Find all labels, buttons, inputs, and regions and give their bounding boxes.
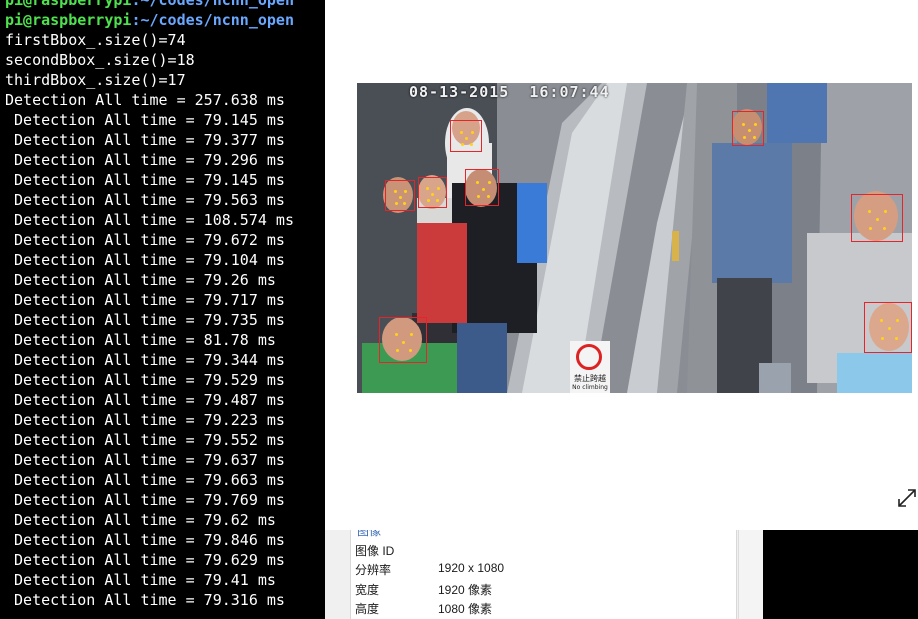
- property-label: 宽度: [355, 583, 380, 597]
- prompt-path: :~/codes/ncnn_open: [131, 0, 294, 9]
- sign-text: 禁止跨越 No climbing: [570, 374, 610, 392]
- terminal-output-line: Detection All time = 79.672 ms: [5, 231, 285, 249]
- terminal-output-line: Detection All time = 79.552 ms: [5, 431, 285, 449]
- face-detection-box: [732, 111, 764, 146]
- no-climbing-sign: 禁止跨越 No climbing: [570, 341, 610, 393]
- terminal-output-line: secondBbox_.size()=18: [5, 51, 195, 69]
- terminal-output-line: Detection All time = 79.41 ms: [5, 571, 276, 589]
- terminal-output-line: Detection All time = 79.663 ms: [5, 471, 285, 489]
- property-label: 高度: [355, 602, 380, 616]
- terminal-output-line: Detection All time = 79.344 ms: [5, 351, 285, 369]
- terminal-prompt-line: pi@raspberrypi:~/codes/ncnn_open: [5, 0, 294, 10]
- terminal-output-line: Detection All time = 79.846 ms: [5, 531, 285, 549]
- face-detection-box: [851, 194, 903, 242]
- terminal-output-line: Detection All time = 79.629 ms: [5, 551, 285, 569]
- terminal-output-line: Detection All time = 108.574 ms: [5, 211, 294, 229]
- terminal-output-line: Detection All time = 79.529 ms: [5, 371, 285, 389]
- terminal-output-line: Detection All time = 79.62 ms: [5, 511, 276, 529]
- property-value: 1080 像素: [438, 602, 493, 616]
- property-value: 1920 像素: [438, 583, 493, 597]
- expand-diagonal-icon[interactable]: [896, 487, 918, 509]
- terminal-prompt-line: pi@raspberrypi:~/codes/ncnn_open: [5, 10, 294, 30]
- terminal-output-line: Detection All time = 79.296 ms: [5, 151, 285, 169]
- terminal-output-line: Detection All time = 79.145 ms: [5, 171, 285, 189]
- property-label: 分辨率: [355, 563, 392, 577]
- properties-scrollbar[interactable]: [738, 530, 763, 619]
- terminal-output-line: Detection All time = 79.735 ms: [5, 311, 285, 329]
- escalator-scene: [357, 83, 912, 393]
- properties-list: 图像 图像 ID 分辨率 1920 x 1080 宽度 1920 像素 高度 1…: [350, 524, 737, 619]
- terminal-output-line: Detection All time = 257.638 ms: [5, 91, 285, 109]
- property-label: 图像 ID: [355, 544, 395, 558]
- video-timestamp: 08-13-2015 16:07:44: [409, 83, 610, 101]
- face-detection-box: [379, 317, 427, 363]
- face-detection-box: [385, 180, 415, 211]
- terminal-output-line: Detection All time = 79.104 ms: [5, 251, 285, 269]
- prompt-user: pi@raspberrypi: [5, 11, 132, 29]
- terminal-output-line: Detection All time = 79.717 ms: [5, 291, 285, 309]
- terminal-output-line: Detection All time = 79.563 ms: [5, 191, 285, 209]
- sign-text-en: No climbing: [572, 384, 608, 391]
- terminal-output-line: Detection All time = 79.487 ms: [5, 391, 285, 409]
- desktop-background: [763, 530, 918, 619]
- terminal-output-line: Detection All time = 79.637 ms: [5, 451, 285, 469]
- terminal-output-line: Detection All time = 79.145 ms: [5, 111, 285, 129]
- terminal-output-line: Detection All time = 81.78 ms: [5, 331, 276, 349]
- detection-photo: 08-13-2015 16:07:44 禁止跨越 No climbing: [357, 83, 912, 393]
- terminal-output-line: thirdBbox_.size()=17: [5, 71, 186, 89]
- prompt-user: pi@raspberrypi: [5, 0, 132, 9]
- face-detection-box: [864, 302, 912, 353]
- face-detection-box: [418, 177, 447, 208]
- terminal-output-line: Detection All time = 79.769 ms: [5, 491, 285, 509]
- prompt-path: :~/codes/ncnn_open: [131, 11, 294, 29]
- terminal-output-line: Detection All time = 79.316 ms: [5, 591, 285, 609]
- face-detection-box: [450, 120, 482, 152]
- face-detection-box: [465, 169, 499, 206]
- property-value: 1920 x 1080: [438, 561, 505, 575]
- terminal-output-line: Detection All time = 79.377 ms: [5, 131, 285, 149]
- terminal-output-line: Detection All time = 79.26 ms: [5, 271, 276, 289]
- sign-text-cn: 禁止跨越: [574, 374, 606, 383]
- terminal-output-line: firstBbox_.size()=74: [5, 31, 186, 49]
- no-climbing-icon: [576, 344, 602, 370]
- terminal-output-line: Detection All time = 79.223 ms: [5, 411, 285, 429]
- terminal-window[interactable]: pi@raspberrypi:~/codes/ncnn_open pi@rasp…: [0, 0, 325, 619]
